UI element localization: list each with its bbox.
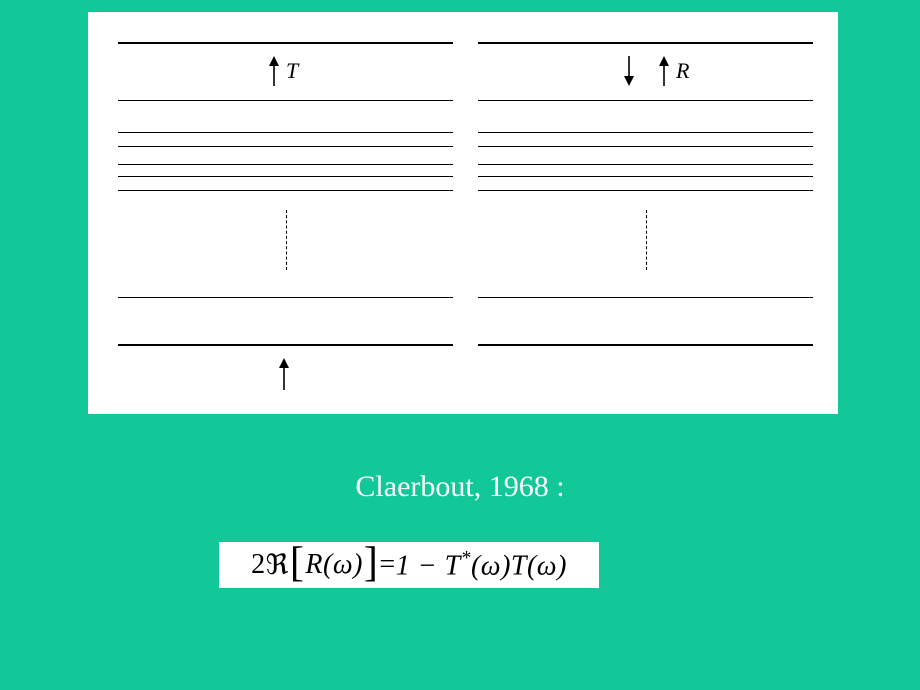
arrow-up-icon [268, 56, 280, 86]
layer-line [118, 164, 453, 165]
bottom-line [478, 344, 813, 346]
layer-line [478, 100, 813, 101]
reflection-arrow: R [658, 56, 689, 86]
t-label: T [286, 58, 298, 84]
layer-line [118, 100, 453, 101]
layer-line [478, 176, 813, 177]
citation-text: Claerbout, 1968 : [0, 470, 920, 504]
continuation-dashes [286, 210, 287, 270]
left-panel: T [118, 12, 453, 414]
bottom-line [118, 344, 453, 346]
surface-line [118, 42, 453, 44]
arrow-up-icon [278, 358, 290, 390]
layer-line [118, 146, 453, 147]
left-bracket-icon: [ [289, 542, 306, 584]
eq-superscript: * [461, 548, 471, 569]
down-arrow [623, 56, 635, 86]
arrow-down-icon [623, 56, 635, 86]
eq-equals: = [379, 549, 395, 581]
eq-inner: R(ω) [305, 549, 363, 581]
eq-rhs-a: 1 − T [396, 550, 461, 581]
layer-line [118, 190, 453, 191]
layer-line [118, 132, 453, 133]
r-label: R [676, 58, 689, 84]
layer-line [478, 164, 813, 165]
right-panel: R [478, 12, 813, 414]
eq-re-symbol: ℜ [266, 548, 289, 582]
source-arrow [278, 358, 290, 390]
transmission-arrow: T [268, 56, 298, 86]
arrow-up-icon [658, 56, 670, 86]
layer-line [478, 297, 813, 298]
eq-coeff: 2 [251, 549, 266, 581]
equation: 2ℜ[R(ω)] = 1 − T*(ω)T(ω) [219, 542, 599, 588]
layer-line [478, 190, 813, 191]
layer-line [118, 297, 453, 298]
layer-line [478, 146, 813, 147]
eq-rhs-b: (ω)T(ω) [471, 550, 567, 581]
continuation-dashes [646, 210, 647, 270]
right-bracket-icon: ] [363, 542, 380, 584]
layered-model-figure: T R [88, 12, 838, 414]
surface-line [478, 42, 813, 44]
layer-line [118, 176, 453, 177]
layer-line [478, 132, 813, 133]
